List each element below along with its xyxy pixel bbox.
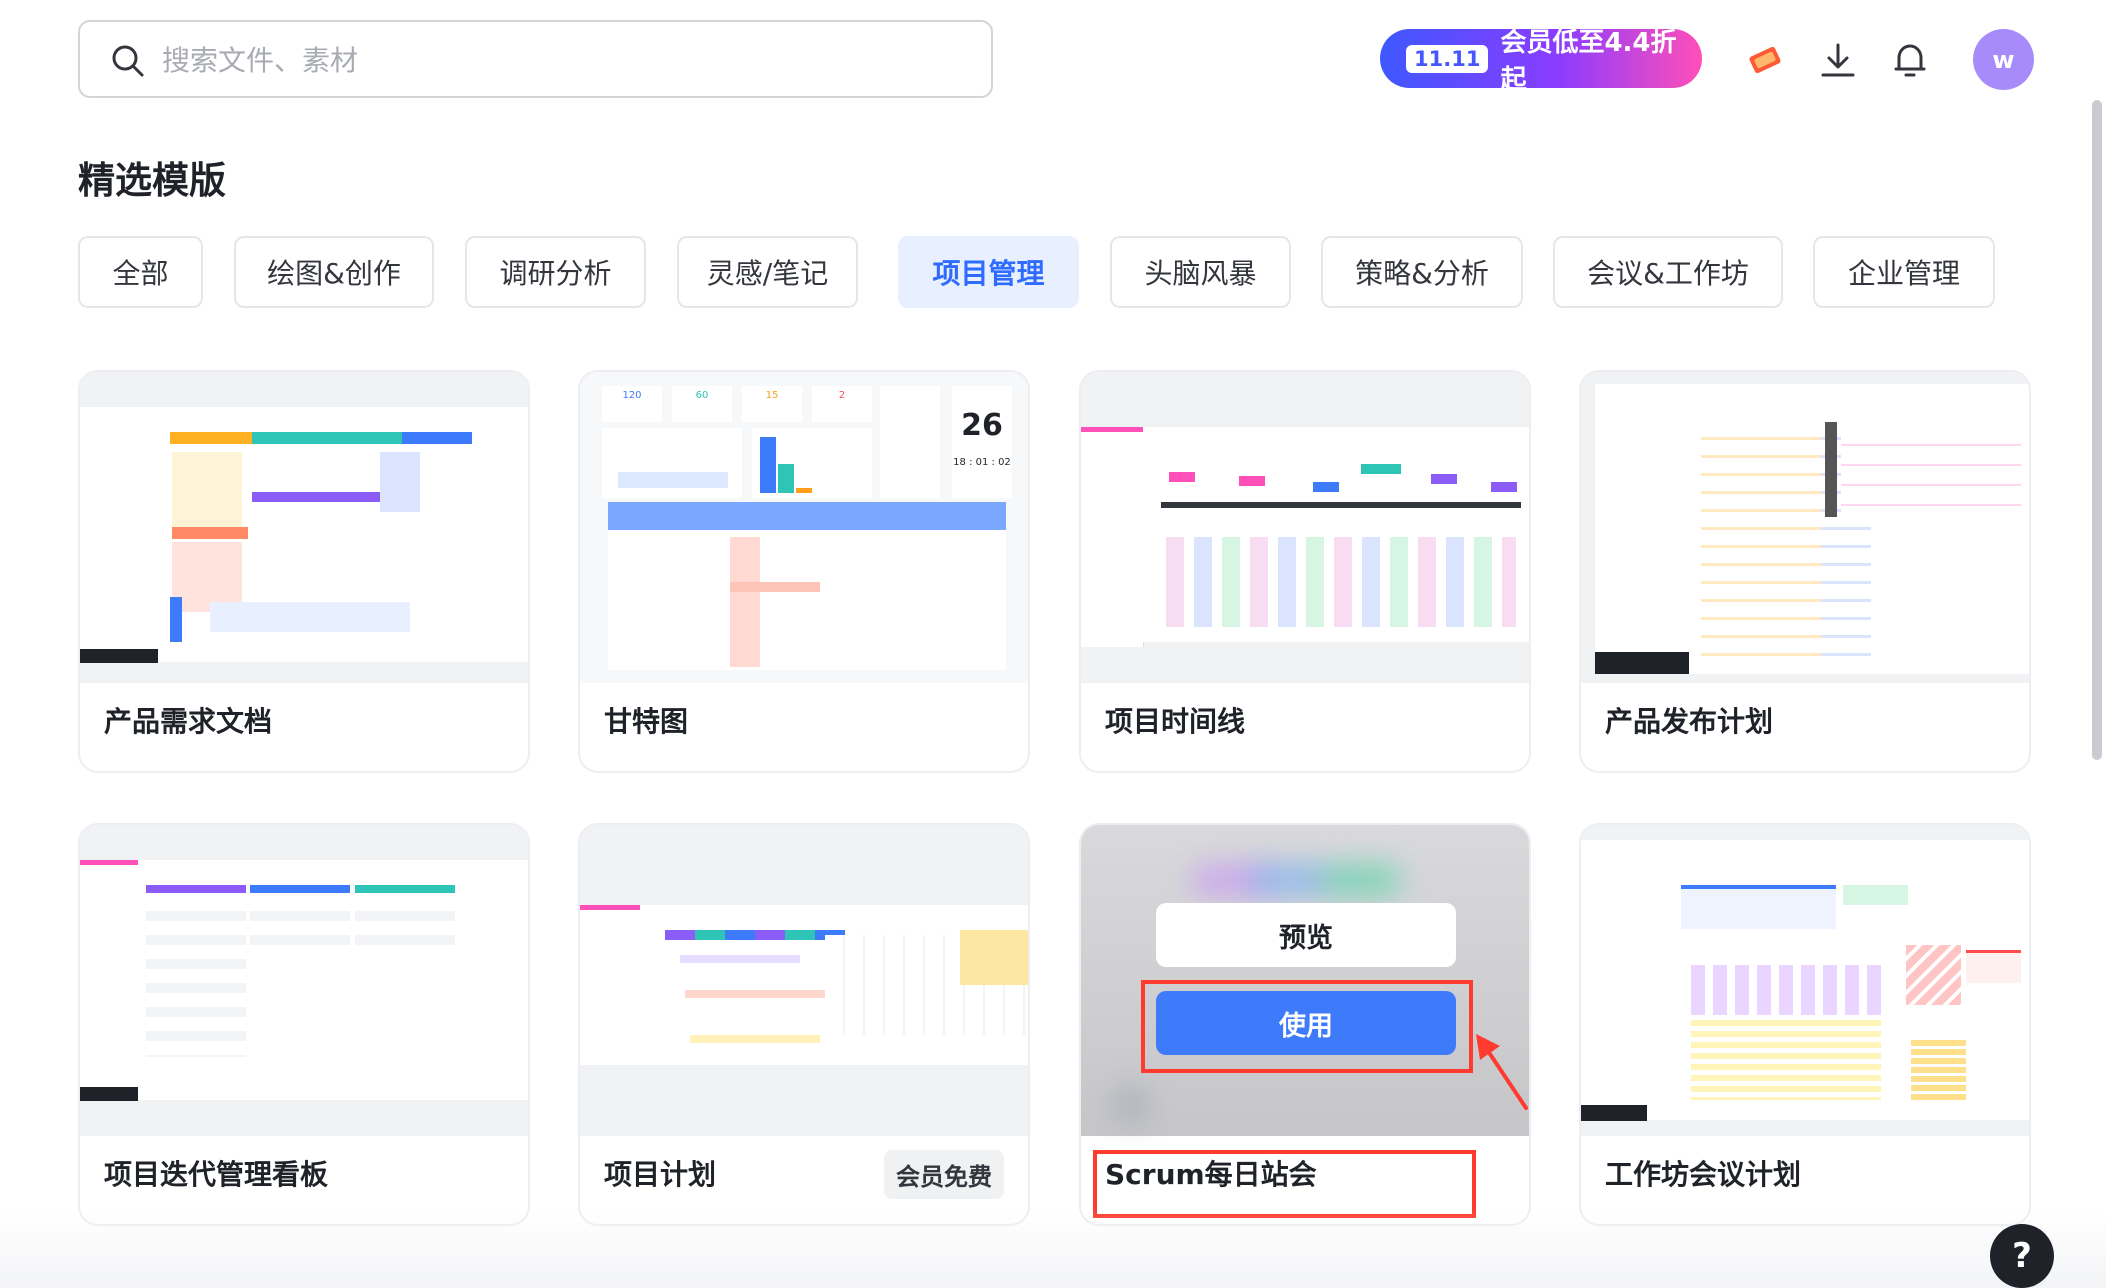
avatar[interactable]: w <box>1973 29 2034 90</box>
next-row-fade <box>0 1210 2106 1288</box>
template-thumbnail: 120 60 15 2 26 18 : 01 : 02 <box>580 372 1028 683</box>
tab-brainstorm[interactable]: 头脑风暴 <box>1110 236 1291 308</box>
template-card[interactable]: 项目时间线 <box>1079 370 1531 773</box>
tab-enterprise[interactable]: 企业管理 <box>1813 236 1995 308</box>
annotation-box-use <box>1141 980 1473 1073</box>
template-card[interactable]: 120 60 15 2 26 18 : 01 : 02 甘特图 <box>578 370 1030 773</box>
stat-1: 120 <box>622 390 642 401</box>
ticket-icon[interactable] <box>1745 40 1785 80</box>
template-thumbnail <box>80 372 528 683</box>
template-title: 甘特图 <box>604 705 689 738</box>
template-title: 项目时间线 <box>1105 705 1246 738</box>
clock: 18 : 01 : 02 <box>953 457 1011 468</box>
template-card[interactable]: 项目计划 会员免费 <box>578 823 1030 1226</box>
preview-button[interactable]: 预览 <box>1156 903 1456 967</box>
template-title: 项目迭代管理看板 <box>104 1158 329 1191</box>
template-card[interactable]: 工作坊会议计划 <box>1579 823 2031 1226</box>
annotation-arrow-icon <box>1476 1034 1528 1110</box>
search-bar[interactable] <box>78 20 993 98</box>
template-card[interactable]: 产品需求文档 <box>78 370 530 773</box>
template-title: 产品需求文档 <box>104 705 273 738</box>
template-thumbnail <box>1081 372 1529 683</box>
stat-4: 2 <box>838 390 846 401</box>
member-free-badge: 会员免费 <box>884 1150 1004 1199</box>
download-icon[interactable] <box>1818 40 1858 80</box>
tab-project-management[interactable]: 项目管理 <box>898 236 1079 308</box>
promo-banner[interactable]: 11.11 会员低至4.4折起 <box>1380 28 1702 95</box>
tab-notes[interactable]: 灵感/笔记 <box>677 236 858 308</box>
tab-strategy[interactable]: 策略&分析 <box>1321 236 1523 308</box>
tab-drawing[interactable]: 绘图&创作 <box>234 236 434 308</box>
template-title: 产品发布计划 <box>1605 705 1774 738</box>
template-thumbnail <box>580 825 1028 1136</box>
scrollbar[interactable] <box>2092 100 2102 760</box>
search-icon <box>112 45 144 77</box>
template-title: 工作坊会议计划 <box>1605 1158 1802 1191</box>
search-input[interactable] <box>160 36 944 84</box>
tab-research[interactable]: 调研分析 <box>465 236 646 308</box>
template-thumbnail <box>80 825 528 1136</box>
calendar-day: 26 <box>961 408 1003 443</box>
template-card[interactable]: 产品发布计划 <box>1579 370 2031 773</box>
promo-tag: 11.11 <box>1406 44 1489 73</box>
template-card[interactable]: 项目迭代管理看板 <box>78 823 530 1226</box>
tab-meeting[interactable]: 会议&工作坊 <box>1553 236 1783 308</box>
stat-2: 60 <box>695 390 709 401</box>
tab-all[interactable]: 全部 <box>78 236 203 308</box>
stat-3: 15 <box>765 390 779 401</box>
template-thumbnail <box>1581 825 2029 1136</box>
annotation-box-title <box>1093 1150 1476 1218</box>
template-title: 项目计划 <box>604 1158 717 1191</box>
promo-text: 会员低至4.4折起 <box>1500 27 1677 95</box>
bell-icon[interactable] <box>1890 40 1930 80</box>
section-title: 精选模版 <box>78 159 226 202</box>
template-thumbnail <box>1581 372 2029 683</box>
help-button[interactable]: ? <box>1990 1224 2054 1288</box>
